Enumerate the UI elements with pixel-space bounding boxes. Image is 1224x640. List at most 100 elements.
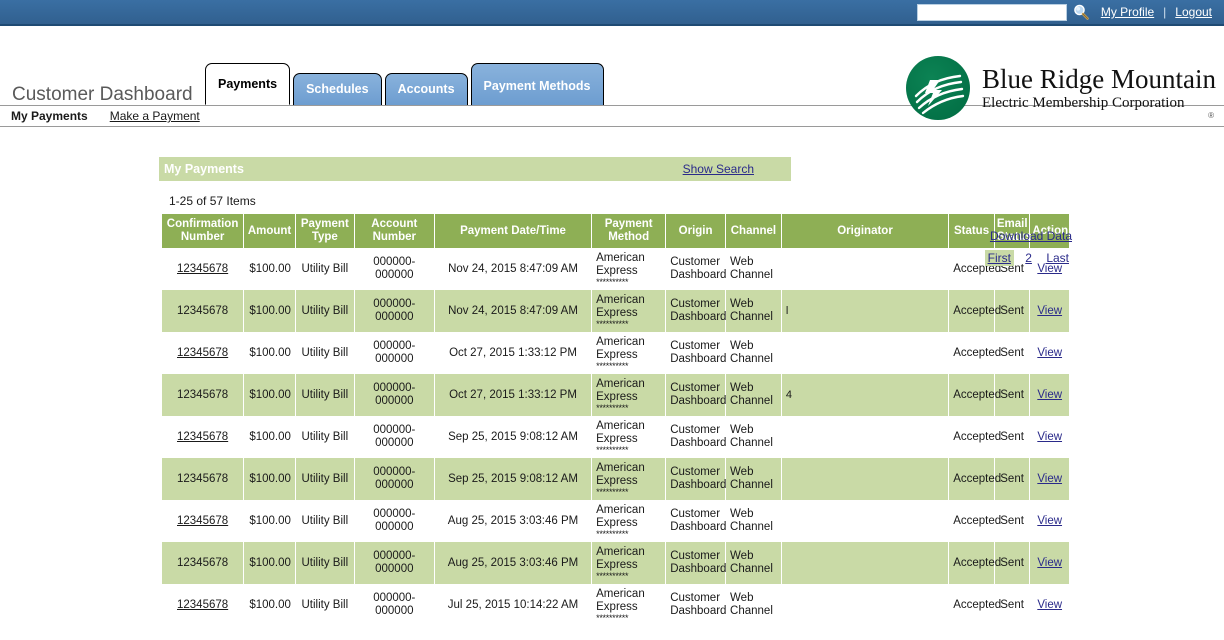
confirmation-number-link[interactable]: 12345678 bbox=[177, 389, 228, 401]
cell-amount: $100.00 bbox=[244, 542, 295, 584]
confirmation-number-link[interactable]: 12345678 bbox=[177, 263, 228, 275]
confirmation-number-link[interactable]: 12345678 bbox=[177, 347, 228, 359]
cell-confirmation-number: 12345678 bbox=[162, 542, 244, 584]
view-payment-link[interactable]: View bbox=[1037, 599, 1062, 611]
cell-payment-datetime: Nov 24, 2015 8:47:09 AM bbox=[434, 248, 592, 290]
view-payment-link[interactable]: View bbox=[1037, 431, 1062, 443]
cell-status: Accepted bbox=[949, 500, 1001, 542]
cell-amount: $100.00 bbox=[244, 290, 295, 332]
cell-payment-method: American Express ********** bbox=[592, 458, 666, 500]
cell-payment-method: American Express ********** bbox=[592, 500, 666, 542]
cell-channel: Web Channel bbox=[726, 458, 781, 500]
table-row: 12345678 $100.00 Utility Bill 000000-000000… bbox=[162, 374, 1069, 416]
page-title: Customer Dashboard bbox=[12, 84, 193, 105]
show-search-link[interactable]: Show Search bbox=[683, 162, 754, 176]
pager-first[interactable]: First bbox=[984, 250, 1014, 266]
subnav-item-my-payments[interactable]: My Payments bbox=[11, 109, 88, 123]
cell-account-number: 000000-000000 bbox=[354, 458, 434, 500]
brand-name-line1: Blue Ridge Mountain bbox=[982, 63, 1216, 94]
brand-name-line2: Electric Membership Corporation bbox=[982, 94, 1185, 111]
logout-link[interactable]: Logout bbox=[1175, 5, 1212, 19]
col-payment-datetime[interactable]: Payment Date/Time bbox=[434, 214, 592, 248]
view-payment-link[interactable]: View bbox=[1037, 347, 1062, 359]
cell-action: View bbox=[1030, 458, 1069, 500]
items-count: 1-25 of 57 Items bbox=[169, 194, 256, 208]
tab-payment-methods[interactable]: Payment Methods bbox=[470, 63, 604, 105]
tab-payment-methods-label: Payment Methods bbox=[483, 78, 591, 93]
cell-channel: Web Channel bbox=[726, 542, 781, 584]
confirmation-number-link[interactable]: 12345678 bbox=[177, 599, 228, 611]
view-payment-link[interactable]: View bbox=[1037, 473, 1062, 485]
confirmation-number-link[interactable]: 12345678 bbox=[177, 557, 228, 569]
cell-payment-type: Utility Bill bbox=[295, 248, 354, 290]
table-row: 12345678 $100.00 Utility Bill 000000-000000… bbox=[162, 584, 1069, 626]
cell-action: View bbox=[1030, 332, 1069, 374]
global-search-input[interactable] bbox=[916, 3, 1067, 21]
view-payment-link[interactable]: View bbox=[1037, 515, 1062, 527]
download-data-link[interactable]: Download Data bbox=[990, 229, 1072, 243]
col-payment-type[interactable]: Payment Type bbox=[295, 214, 354, 248]
cell-origin: Customer Dashboard bbox=[666, 500, 726, 542]
table-body: 12345678 $100.00 Utility Bill 000000-000000… bbox=[162, 248, 1069, 626]
cell-channel: Web Channel bbox=[726, 584, 781, 626]
cell-account-number: 000000-000000 bbox=[354, 416, 434, 458]
cell-status: Accepted bbox=[949, 332, 1001, 374]
cell-status: Accepted bbox=[949, 584, 1001, 626]
cell-originator bbox=[781, 584, 949, 626]
cell-action: View bbox=[1030, 290, 1069, 332]
cell-origin: Customer Dashboard bbox=[666, 584, 726, 626]
view-payment-link[interactable]: View bbox=[1037, 305, 1062, 317]
my-profile-link[interactable]: My Profile bbox=[1101, 5, 1154, 19]
cell-origin: Customer Dashboard bbox=[666, 542, 726, 584]
payments-table: Confirmation Number Amount Payment Type … bbox=[161, 214, 1070, 626]
cell-channel: Web Channel bbox=[726, 248, 781, 290]
cell-payment-type: Utility Bill bbox=[295, 416, 354, 458]
pager-last[interactable]: Last bbox=[1043, 250, 1072, 266]
cell-origin: Customer Dashboard bbox=[666, 248, 726, 290]
cell-origin: Customer Dashboard bbox=[666, 332, 726, 374]
cell-channel: Web Channel bbox=[726, 500, 781, 542]
cell-payment-type: Utility Bill bbox=[295, 290, 354, 332]
col-account-number[interactable]: Account Number bbox=[354, 214, 434, 248]
cell-payment-type: Utility Bill bbox=[295, 332, 354, 374]
confirmation-number-link[interactable]: 12345678 bbox=[177, 305, 228, 317]
col-channel[interactable]: Channel bbox=[726, 214, 781, 248]
cell-payment-method: American Express ********** bbox=[592, 584, 666, 626]
subnav-item-make-a-payment[interactable]: Make a Payment bbox=[110, 109, 200, 123]
table-row: 12345678 $100.00 Utility Bill 000000-000000… bbox=[162, 500, 1069, 542]
main-content: My Payments Show Search Download Data Fi… bbox=[0, 157, 1224, 626]
page-header: Customer Dashboard Payments Schedules Ac… bbox=[0, 26, 1224, 120]
cell-confirmation-number: 12345678 bbox=[162, 290, 244, 332]
cell-payment-type: Utility Bill bbox=[295, 374, 354, 416]
tab-accounts[interactable]: Accounts bbox=[384, 73, 468, 105]
view-payment-link[interactable]: View bbox=[1037, 557, 1062, 569]
confirmation-number-link[interactable]: 12345678 bbox=[177, 515, 228, 527]
view-payment-link[interactable]: View bbox=[1037, 389, 1062, 401]
cell-originator bbox=[781, 500, 949, 542]
search-icon[interactable] bbox=[1070, 2, 1092, 22]
cell-amount: $100.00 bbox=[244, 458, 295, 500]
cell-amount: $100.00 bbox=[244, 584, 295, 626]
pager-page-2[interactable]: 2 bbox=[1022, 250, 1035, 266]
cell-amount: $100.00 bbox=[244, 500, 295, 542]
col-amount[interactable]: Amount bbox=[244, 214, 295, 248]
cell-payment-method: American Express ********** bbox=[592, 374, 666, 416]
cell-payment-method: American Express ********** bbox=[592, 542, 666, 584]
cell-email-status: Sent bbox=[994, 458, 1030, 500]
col-confirmation-number[interactable]: Confirmation Number bbox=[162, 214, 244, 248]
cell-confirmation-number: 12345678 bbox=[162, 332, 244, 374]
tab-schedules[interactable]: Schedules bbox=[293, 73, 382, 105]
cell-account-number: 000000-000000 bbox=[354, 500, 434, 542]
table-row: 12345678 $100.00 Utility Bill 000000-000000… bbox=[162, 332, 1069, 374]
tab-schedules-label: Schedules bbox=[306, 82, 369, 96]
tab-payments[interactable]: Payments bbox=[205, 63, 291, 105]
col-payment-method[interactable]: Payment Method bbox=[592, 214, 666, 248]
cell-account-number: 000000-000000 bbox=[354, 290, 434, 332]
cell-payment-datetime: Nov 24, 2015 8:47:09 AM bbox=[434, 290, 592, 332]
cell-email-status: Sent bbox=[994, 374, 1030, 416]
cell-channel: Web Channel bbox=[726, 332, 781, 374]
confirmation-number-link[interactable]: 12345678 bbox=[177, 473, 228, 485]
confirmation-number-link[interactable]: 12345678 bbox=[177, 431, 228, 443]
cell-email-status: Sent bbox=[994, 332, 1030, 374]
col-origin[interactable]: Origin bbox=[666, 214, 726, 248]
